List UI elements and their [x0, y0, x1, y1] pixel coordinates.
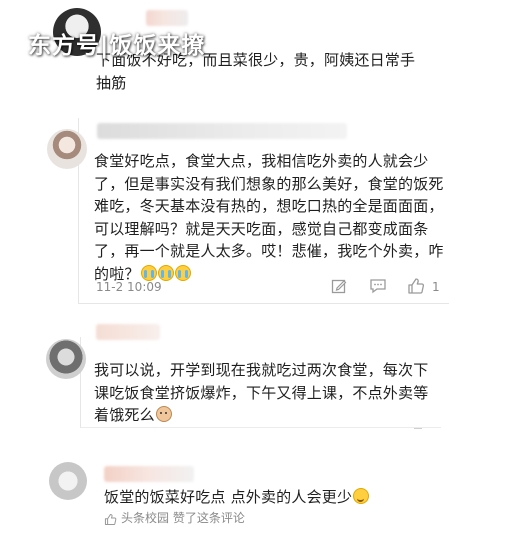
liked-by-text: 头条校园 赞了这条评论: [121, 511, 245, 525]
comment-text: 我可以说，开学到现在我就吃过两次食堂，每次下课吃饭食堂挤饭爆炸，下午又得上课，不…: [94, 361, 429, 424]
divider: [414, 428, 422, 429]
smile-emoji-icon: [353, 488, 370, 504]
watermark: 东方号|饭饭来撩: [28, 33, 206, 59]
username[interactable]: [96, 324, 160, 340]
avatar[interactable]: [47, 129, 87, 169]
username[interactable]: [97, 123, 347, 139]
comment-text: 饭堂的饭菜好吃点 点外卖的人会更少: [104, 486, 464, 509]
comment-text-line: 抽筋: [96, 73, 127, 92]
like-count: 1: [432, 280, 440, 294]
crying-emoji-icon: [174, 264, 191, 281]
crying-emoji-icon: [157, 264, 174, 281]
message-icon[interactable]: [369, 278, 387, 294]
username[interactable]: [104, 466, 194, 482]
thumb-up-icon: [104, 511, 117, 526]
comment-time: 11-2 10:09: [96, 280, 162, 294]
edit-icon[interactable]: [331, 278, 347, 294]
liked-by-row: 头条校园 赞了这条评论: [104, 509, 245, 526]
sad-face-emoji-icon: [155, 406, 172, 422]
avatar[interactable]: [46, 339, 86, 379]
username[interactable]: [146, 10, 188, 26]
thumb-up-icon[interactable]: [407, 277, 425, 295]
avatar[interactable]: [49, 462, 87, 500]
crying-emoji-icon: [140, 264, 157, 281]
comment-text: 食堂好吃点，食堂大点，我相信吃外卖的人就会少了，但是事实没有我们想象的那么美好，…: [94, 152, 444, 283]
